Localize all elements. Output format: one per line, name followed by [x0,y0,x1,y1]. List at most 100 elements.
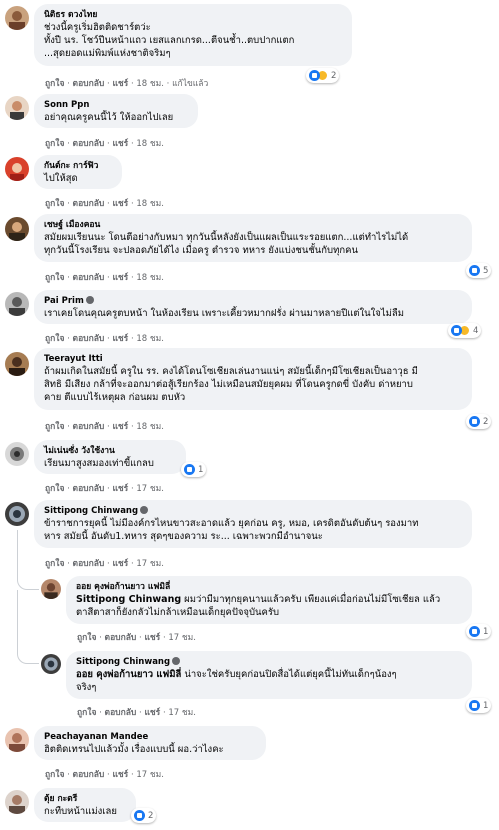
like-button[interactable]: ถูกใจ [77,633,96,643]
timestamp[interactable]: 18 ชม. [136,422,164,432]
share-button[interactable]: แชร์ [112,79,128,89]
comment-actions: ถูกใจ · ตอบกลับ · แชร์ · 18 ชม. [45,199,164,209]
timestamp[interactable]: 18 ชม. [136,139,164,149]
commenter-name[interactable]: Sonn Ppn [44,99,188,111]
reaction-count[interactable]: 4 [448,323,482,338]
commenter-name[interactable]: Sittipong Chinwang [76,656,462,668]
like-button[interactable]: ถูกใจ [45,334,64,344]
timestamp[interactable]: 17 ชม. [136,770,164,780]
commenter-name[interactable]: Teerayut Itti [44,353,462,365]
commenter-name[interactable]: ตุ้ย กะตรี [44,793,126,805]
comment-actions: ถูกใจ · ตอบกลับ · แชร์ · 17 ชม. [45,484,164,494]
timestamp[interactable]: 18 ชม. [136,273,164,283]
comment-bubble: นิติธร ดวงไทย ช่วงนี้ครูเริ่มฮิตติดชาร์ต… [34,4,352,66]
share-button[interactable]: แชร์ [112,422,128,432]
commenter-name[interactable]: ออย คุงพ่อก้านยาว แฟมิลี่ [76,581,462,593]
comment-bubble: Teerayut Itti ถ้าผมเกิดในสมัยนี้ ครูใน ร… [34,348,472,410]
reply-button[interactable]: ตอบกลับ [73,334,105,344]
reaction-count[interactable]: 2 [466,414,492,429]
reaction-count[interactable]: 2 [131,808,157,823]
avatar[interactable] [41,579,61,599]
like-icon [184,464,195,475]
comment-bubble: Sittipong Chinwang ข้าราชการยุคนี้ ไม่มี… [34,500,472,548]
reaction-count[interactable]: 2 [306,68,340,83]
share-button[interactable]: แชร์ [112,139,128,149]
reply-button[interactable]: ตอบกลับ [73,273,105,283]
reply-button[interactable]: ตอบกลับ [105,708,137,718]
avatar[interactable] [5,352,29,376]
mention-link[interactable]: Sittipong Chinwang [76,594,181,605]
like-button[interactable]: ถูกใจ [45,273,64,283]
reply-thread-line [17,530,39,590]
reaction-count[interactable]: 1 [466,698,492,713]
avatar[interactable] [5,6,29,30]
share-button[interactable]: แชร์ [112,484,128,494]
commenter-name[interactable]: นิติธร ดวงไทย [44,9,342,21]
timestamp[interactable]: 18 ชม. [136,199,164,209]
avatar[interactable] [5,292,29,316]
comment-text: คาย ตีแบบไร้เหตุผล ก่อนผม ตบหัว [44,392,186,403]
commenter-name[interactable]: Peachayanan Mandee [44,731,256,743]
like-button[interactable]: ถูกใจ [45,139,64,149]
reply-button[interactable]: ตอบกลับ [73,79,105,89]
commenter-name[interactable]: ไม่เน่นซั่ง วังใช้งาน [44,445,176,457]
reply-button[interactable]: ตอบกลับ [73,770,105,780]
like-button[interactable]: ถูกใจ [45,199,64,209]
comment-bubble: เชษฐ์ เมืองคอน สมัยผมเรียนนะ โดนตีอย่างก… [34,214,472,262]
commenter-name[interactable]: กันต์กะ การ์ฟิว [44,160,112,172]
reply-button[interactable]: ตอบกลับ [73,139,105,149]
avatar[interactable] [5,728,29,752]
timestamp[interactable]: 17 ชม. [136,559,164,569]
comment-bubble: Pai Prim เราเคยโดนคุณครูตบหน้า ในห้องเรี… [34,290,472,324]
like-button[interactable]: ถูกใจ [45,559,64,569]
share-button[interactable]: แชร์ [112,559,128,569]
comment-actions: ถูกใจ · ตอบกลับ · แชร์ · 17 ชม. [77,708,196,718]
like-button[interactable]: ถูกใจ [45,79,64,89]
avatar[interactable] [5,157,29,181]
badge-icon [140,506,149,514]
reaction-count[interactable]: 1 [181,462,207,477]
timestamp[interactable]: 18 ชม. [136,334,164,344]
timestamp[interactable]: 17 ชม. [168,708,196,718]
like-button[interactable]: ถูกใจ [45,770,64,780]
comment-bubble: Sonn Ppn อย่าคุณครูคนนี้ไว้ ให้ออกไปเลย [34,94,198,128]
avatar[interactable] [5,217,29,241]
reply-button[interactable]: ตอบกลับ [73,422,105,432]
like-button[interactable]: ถูกใจ [45,484,64,494]
share-button[interactable]: แชร์ [112,334,128,344]
avatar[interactable] [41,654,61,674]
like-icon [134,810,145,821]
reaction-count[interactable]: 1 [466,624,492,639]
timestamp[interactable]: 17 ชม. [136,484,164,494]
avatar[interactable] [5,96,29,120]
comment-actions: ถูกใจ · ตอบกลับ · แชร์ · 18 ชม. [45,334,164,344]
avatar[interactable] [5,442,29,466]
share-button[interactable]: แชร์ [144,708,160,718]
reply-button[interactable]: ตอบกลับ [73,484,105,494]
commenter-name[interactable]: เชษฐ์ เมืองคอน [44,219,462,231]
like-button[interactable]: ถูกใจ [77,708,96,718]
reaction-count[interactable]: 5 [466,263,492,278]
comment-actions: ถูกใจ · ตอบกลับ · แชร์ · 17 ชม. [45,770,164,780]
commenter-name[interactable]: Sittipong Chinwang [44,505,462,517]
share-button[interactable]: แชร์ [112,770,128,780]
comment-text: ตาสีตาสาก็ยังกลัวไม่กล้าเหมือนเด็กยุคปัจ… [76,607,279,618]
reply-button[interactable]: ตอบกลับ [105,633,137,643]
share-button[interactable]: แชร์ [112,273,128,283]
mention-link[interactable]: ออย คุงพ่อก้านยาว แฟมิลี่ [76,669,181,680]
timestamp[interactable]: 18 ชม. [136,79,164,89]
comment-actions: ถูกใจ · ตอบกลับ · แชร์ · 18 ชม. · แก้ไขแ… [45,79,209,89]
reply-button[interactable]: ตอบกลับ [73,559,105,569]
timestamp[interactable]: 17 ชม. [168,633,196,643]
avatar[interactable] [5,790,29,814]
comment-text: Sittipong Chinwang ผมว่ามีมาทุกยุคนานแล้… [76,594,441,605]
reply-button[interactable]: ตอบกลับ [73,199,105,209]
comment-text: ไปให้สุด [44,173,78,184]
share-button[interactable]: แชร์ [112,199,128,209]
avatar[interactable] [5,502,29,526]
commenter-name[interactable]: Pai Prim [44,295,462,307]
share-button[interactable]: แชร์ [144,633,160,643]
comment-text: สมัยผมเรียนนะ โดนตีอย่างกับหมา ทุกวันนี้… [44,232,409,243]
comment-text: ถ้าผมเกิดในสมัยนี้ ครูใน รร. คงได้โดนโซเ… [44,366,418,377]
like-button[interactable]: ถูกใจ [45,422,64,432]
